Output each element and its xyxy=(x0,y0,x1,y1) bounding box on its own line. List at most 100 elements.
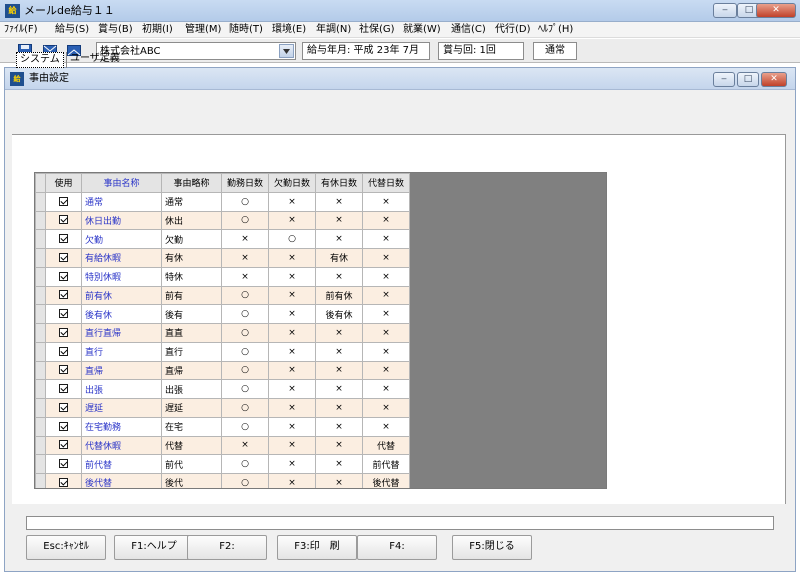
table-row[interactable]: 直帰 直帰 ○ × × × xyxy=(35,360,410,381)
use-checkbox[interactable] xyxy=(59,365,68,375)
paid-leave-days-cell[interactable]: × xyxy=(315,435,363,456)
absent-days-cell[interactable]: × xyxy=(268,191,316,212)
substitute-days-cell[interactable]: × xyxy=(362,360,410,381)
reason-short-cell[interactable]: 有休 xyxy=(161,248,222,268)
row-indicator[interactable] xyxy=(35,454,46,474)
paid-leave-days-cell[interactable]: × xyxy=(315,266,363,287)
reason-name-cell[interactable]: 遅延 xyxy=(81,398,162,418)
reason-short-cell[interactable]: 直直 xyxy=(161,323,222,343)
reason-name-cell[interactable]: 後有休 xyxy=(81,304,162,324)
reason-short-cell[interactable]: 特休 xyxy=(161,266,222,287)
reason-name-cell[interactable]: 前代替 xyxy=(81,454,162,474)
table-row[interactable]: 有給休暇 有休 × × 有休 × xyxy=(35,248,410,268)
paid-leave-days-cell[interactable]: × xyxy=(315,210,363,231)
menu-social-insurance[interactable]: 社保(G) xyxy=(359,23,395,37)
paid-leave-days-cell[interactable]: × xyxy=(315,379,363,399)
substitute-days-cell[interactable]: × xyxy=(362,398,410,418)
work-days-cell[interactable]: ○ xyxy=(221,360,269,381)
row-indicator[interactable] xyxy=(35,473,46,488)
child-minimize-button[interactable]: ‒ xyxy=(713,72,735,87)
use-cell[interactable] xyxy=(45,304,82,324)
reason-short-cell[interactable]: 直帰 xyxy=(161,360,222,381)
menu-salary[interactable]: 給与(S) xyxy=(55,23,89,37)
reason-name-cell[interactable]: 代替休暇 xyxy=(81,435,162,456)
menu-communication[interactable]: 通信(C) xyxy=(451,23,486,37)
menu-attendance[interactable]: 就業(W) xyxy=(403,23,441,37)
absent-days-cell[interactable]: × xyxy=(268,341,316,362)
absent-days-cell[interactable]: × xyxy=(268,285,316,306)
use-cell[interactable] xyxy=(45,266,82,287)
menu-agency[interactable]: 代行(D) xyxy=(495,23,531,37)
paid-leave-days-cell[interactable]: × xyxy=(315,191,363,212)
substitute-days-cell[interactable]: × xyxy=(362,323,410,343)
work-days-cell[interactable]: ○ xyxy=(221,416,269,437)
paid-leave-days-cell[interactable]: 有休 xyxy=(315,248,363,268)
table-row[interactable]: 在宅勤務 在宅 ○ × × × xyxy=(35,416,410,437)
use-checkbox[interactable] xyxy=(59,215,68,225)
absent-days-cell[interactable]: × xyxy=(268,210,316,231)
substitute-days-cell[interactable]: × xyxy=(362,248,410,268)
substitute-days-cell[interactable]: × xyxy=(362,285,410,306)
table-row[interactable]: 休日出勤 休出 ○ × × × xyxy=(35,210,410,231)
menu-year-end[interactable]: 年調(N) xyxy=(316,23,351,37)
use-checkbox[interactable] xyxy=(59,440,68,450)
reason-name-cell[interactable]: 出張 xyxy=(81,379,162,399)
substitute-days-cell[interactable]: 前代替 xyxy=(362,454,410,474)
reason-short-cell[interactable]: 通常 xyxy=(161,191,222,212)
paid-leave-days-cell[interactable]: × xyxy=(315,416,363,437)
column-header-short[interactable]: 事由略称 xyxy=(161,173,222,193)
use-checkbox[interactable] xyxy=(59,271,68,281)
column-header-absent-days[interactable]: 欠勤日数 xyxy=(268,173,316,193)
use-cell[interactable] xyxy=(45,435,82,456)
work-days-cell[interactable]: ○ xyxy=(221,341,269,362)
work-days-cell[interactable]: ○ xyxy=(221,323,269,343)
paid-leave-days-cell[interactable]: × xyxy=(315,473,363,488)
absent-days-cell[interactable]: × xyxy=(268,266,316,287)
work-days-cell[interactable]: ○ xyxy=(221,210,269,231)
reason-name-cell[interactable]: 在宅勤務 xyxy=(81,416,162,437)
work-days-cell[interactable]: × xyxy=(221,266,269,287)
use-checkbox[interactable] xyxy=(59,346,68,356)
row-indicator[interactable] xyxy=(35,248,46,268)
reason-name-cell[interactable]: 直行直帰 xyxy=(81,323,162,343)
reason-short-cell[interactable]: 後有 xyxy=(161,304,222,324)
row-indicator[interactable] xyxy=(35,210,46,231)
use-cell[interactable] xyxy=(45,229,82,249)
use-cell[interactable] xyxy=(45,323,82,343)
paid-leave-days-cell[interactable]: × xyxy=(315,323,363,343)
table-row[interactable]: 前有休 前有 ○ × 前有休 × xyxy=(35,285,410,306)
chevron-down-icon[interactable] xyxy=(279,44,294,58)
reason-short-cell[interactable]: 在宅 xyxy=(161,416,222,437)
table-row[interactable]: 欠勤 欠勤 × ○ × × xyxy=(35,229,410,249)
reason-short-cell[interactable]: 前代 xyxy=(161,454,222,474)
row-indicator[interactable] xyxy=(35,285,46,306)
reason-name-cell[interactable]: 直行 xyxy=(81,341,162,362)
reason-name-cell[interactable]: 後代替 xyxy=(81,473,162,488)
work-days-cell[interactable]: × xyxy=(221,229,269,249)
substitute-days-cell[interactable]: × xyxy=(362,210,410,231)
work-days-cell[interactable]: ○ xyxy=(221,191,269,212)
reason-short-cell[interactable]: 代替 xyxy=(161,435,222,456)
child-maximize-button[interactable]: □ xyxy=(737,72,759,87)
table-row[interactable]: 代替休暇 代替 × × × 代替 xyxy=(35,435,410,456)
absent-days-cell[interactable]: ○ xyxy=(268,229,316,249)
child-close-button[interactable]: ✕ xyxy=(761,72,787,87)
tab-user-defined[interactable]: ユーザ定義 xyxy=(66,52,123,68)
use-cell[interactable] xyxy=(45,398,82,418)
reason-short-cell[interactable]: 遅延 xyxy=(161,398,222,418)
work-days-cell[interactable]: ○ xyxy=(221,379,269,399)
column-header-substitute-days[interactable]: 代替日数 xyxy=(362,173,410,193)
work-days-cell[interactable]: ○ xyxy=(221,454,269,474)
paid-leave-days-cell[interactable]: 前有休 xyxy=(315,285,363,306)
use-checkbox[interactable] xyxy=(59,421,68,431)
use-checkbox[interactable] xyxy=(59,290,68,300)
paid-leave-days-cell[interactable]: × xyxy=(315,229,363,249)
absent-days-cell[interactable]: × xyxy=(268,323,316,343)
use-cell[interactable] xyxy=(45,191,82,212)
substitute-days-cell[interactable]: 後代替 xyxy=(362,473,410,488)
use-cell[interactable] xyxy=(45,454,82,474)
work-days-cell[interactable]: × xyxy=(221,435,269,456)
use-checkbox[interactable] xyxy=(59,252,68,262)
column-header-work-days[interactable]: 勤務日数 xyxy=(221,173,269,193)
table-row[interactable]: 直行 直行 ○ × × × xyxy=(35,341,410,362)
